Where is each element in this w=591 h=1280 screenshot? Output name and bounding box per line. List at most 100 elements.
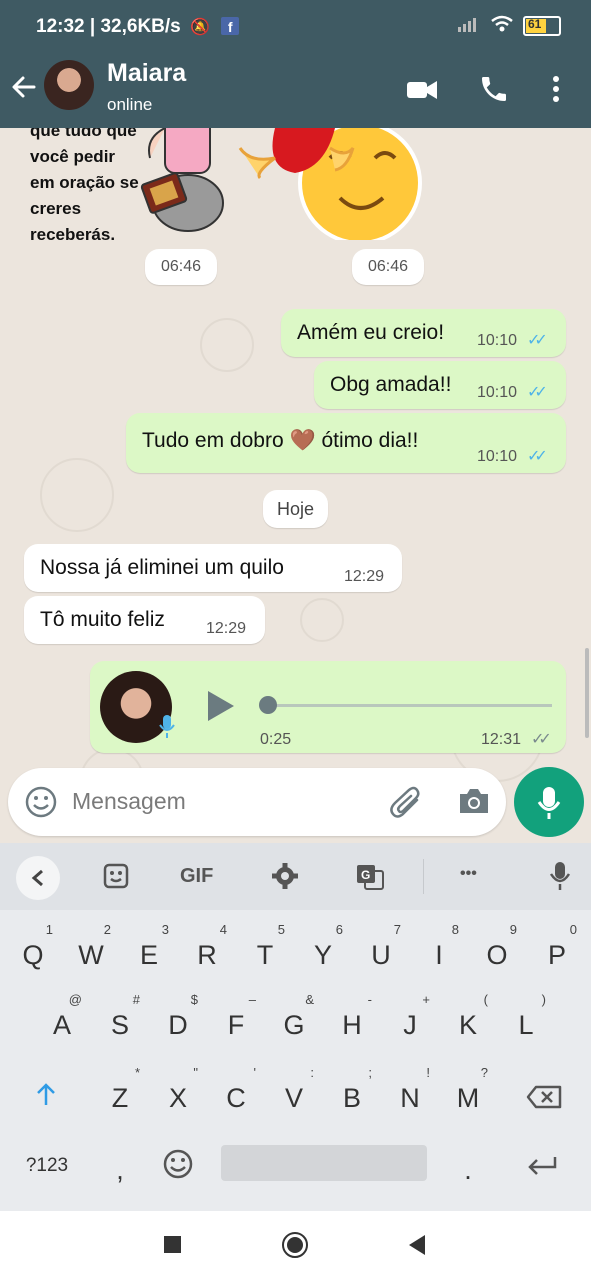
more-options-icon[interactable] xyxy=(550,73,562,110)
sticker-smiley-heart[interactable] xyxy=(235,128,435,240)
space-bar[interactable] xyxy=(221,1145,427,1181)
key-i[interactable]: I8 xyxy=(417,918,461,978)
sticker-icon[interactable] xyxy=(103,863,129,895)
message-time: 12:29 xyxy=(206,620,247,637)
camera-icon[interactable] xyxy=(457,786,491,821)
comma-key[interactable]: , xyxy=(98,1133,142,1193)
arrow-up-icon xyxy=(37,1083,55,1105)
translate-icon[interactable]: G xyxy=(356,864,384,896)
message-text: Tô muito feliz xyxy=(40,608,165,631)
key-y[interactable]: Y6 xyxy=(301,918,345,978)
scrollbar[interactable] xyxy=(585,648,589,738)
key-f[interactable]: F – xyxy=(214,988,258,1048)
message-time: 10:10 xyxy=(477,332,518,349)
message-bubble-outgoing[interactable]: Tudo em dobro 🤎 ótimo dia!! 10:10 ✓✓ xyxy=(126,413,566,473)
key-r[interactable]: R4 xyxy=(185,918,229,978)
system-nav-bar xyxy=(0,1211,591,1280)
key-u[interactable]: U7 xyxy=(359,918,403,978)
key-c[interactable]: C ' xyxy=(214,1061,258,1121)
arrow-left-icon[interactable] xyxy=(10,73,38,109)
voice-progress-handle[interactable] xyxy=(259,696,277,714)
message-bubble-incoming[interactable]: Nossa já eliminei um quilo 12:29 xyxy=(24,544,402,592)
message-time: 10:10 xyxy=(477,384,518,401)
contact-name[interactable]: Maiara xyxy=(107,59,186,88)
enter-key[interactable] xyxy=(520,1133,564,1193)
attach-icon[interactable] xyxy=(389,786,425,825)
keyboard-mic-icon[interactable] xyxy=(549,860,571,898)
message-time: 12:29 xyxy=(344,568,385,585)
sticker-text-line: você pedir xyxy=(30,147,116,166)
status-time: 12:32 | 32,6KB/s xyxy=(36,16,181,37)
key-t[interactable]: T5 xyxy=(243,918,287,978)
key-s[interactable]: S # xyxy=(98,988,142,1048)
phone-call-icon[interactable] xyxy=(478,73,510,110)
message-composer[interactable]: Mensagem xyxy=(8,768,506,836)
sticker-text-line: creres xyxy=(30,199,82,218)
chat-header: Maiara online xyxy=(0,55,591,128)
voice-record-button[interactable] xyxy=(514,767,584,837)
message-bubble-outgoing[interactable]: Amém eu creio! 10:10 ✓✓ xyxy=(281,309,566,357)
key-l[interactable]: L) xyxy=(504,988,548,1048)
emoji-icon[interactable] xyxy=(24,785,58,824)
message-bubble-incoming[interactable]: Tô muito feliz 12:29 xyxy=(24,596,265,644)
sticker-timestamp: 06:46 xyxy=(145,249,217,285)
praying-girl-illustration xyxy=(140,128,224,232)
video-call-icon[interactable] xyxy=(405,73,439,112)
emoji-key[interactable] xyxy=(156,1133,200,1193)
keyboard[interactable]: GIF G ••• Q1 W2 E3 R4 T5 Y6 U7 I8 O9 P0 … xyxy=(0,843,591,1211)
read-receipt-icon: ✓✓ xyxy=(527,384,548,401)
read-receipt-icon: ✓✓ xyxy=(527,332,548,349)
key-k[interactable]: K( xyxy=(446,988,490,1048)
battery-icon: 61 xyxy=(523,16,561,36)
toolbar-divider xyxy=(423,859,424,894)
enter-icon xyxy=(528,1157,557,1175)
key-j[interactable]: J + xyxy=(388,988,432,1048)
key-b[interactable]: B; xyxy=(330,1061,374,1121)
backspace-key[interactable] xyxy=(522,1061,566,1121)
message-text: Tudo em dobro 🤎 ótimo dia!! xyxy=(142,429,419,452)
key-p[interactable]: P0 xyxy=(535,918,579,978)
shift-key[interactable] xyxy=(24,1061,68,1121)
message-bubble-outgoing[interactable]: Obg amada!! 10:10 ✓✓ xyxy=(314,361,566,409)
chat-area[interactable]: que tudo que você pedir em oração se cre… xyxy=(0,128,591,843)
play-icon[interactable] xyxy=(204,689,238,728)
gif-button[interactable]: GIF xyxy=(180,865,213,888)
key-w[interactable]: W2 xyxy=(69,918,113,978)
avatar[interactable] xyxy=(44,60,94,110)
sticker-text-line: em oração se xyxy=(30,173,139,192)
home-button[interactable] xyxy=(282,1232,308,1258)
key-e[interactable]: E3 xyxy=(127,918,171,978)
back-button[interactable] xyxy=(407,1234,427,1261)
key-o[interactable]: O9 xyxy=(475,918,519,978)
sticker-text-line: receberás. xyxy=(30,225,116,244)
read-receipt-icon: ✓✓ xyxy=(527,448,548,465)
key-a[interactable]: A @ xyxy=(40,988,84,1048)
microphone-icon xyxy=(158,713,176,744)
key-h[interactable]: H- xyxy=(330,988,374,1048)
key-v[interactable]: V: xyxy=(272,1061,316,1121)
backspace-icon xyxy=(526,1085,562,1109)
voice-progress-track[interactable] xyxy=(260,704,552,707)
message-text: Nossa já eliminei um quilo xyxy=(40,556,284,579)
key-x[interactable]: X " xyxy=(156,1061,200,1121)
key-z[interactable]: Z * xyxy=(98,1061,142,1121)
sticker-timestamp: 06:46 xyxy=(352,249,424,285)
key-m[interactable]: M? xyxy=(446,1061,490,1121)
period-key[interactable]: . xyxy=(446,1133,490,1193)
message-input[interactable]: Mensagem xyxy=(72,788,186,815)
more-tools-icon[interactable]: ••• xyxy=(460,865,477,883)
key-n[interactable]: N! xyxy=(388,1061,432,1121)
emoji-icon xyxy=(163,1149,193,1179)
settings-gear-icon[interactable] xyxy=(271,862,299,896)
sticker-prayer[interactable]: que tudo que você pedir em oração se cre… xyxy=(25,128,225,248)
recents-button[interactable] xyxy=(164,1236,181,1253)
key-d[interactable]: D $ xyxy=(156,988,200,1048)
symbols-key[interactable]: ?123 xyxy=(22,1133,72,1193)
keyboard-collapse-button[interactable] xyxy=(16,856,60,900)
key-g[interactable]: G & xyxy=(272,988,316,1048)
voice-message-bubble[interactable]: 0:25 12:31 ✓✓ xyxy=(90,661,566,753)
key-q[interactable]: Q1 xyxy=(11,918,55,978)
delivered-receipt-icon: ✓✓ xyxy=(531,731,552,748)
chevron-left-icon xyxy=(31,869,43,887)
message-time: 12:31 xyxy=(481,731,522,748)
